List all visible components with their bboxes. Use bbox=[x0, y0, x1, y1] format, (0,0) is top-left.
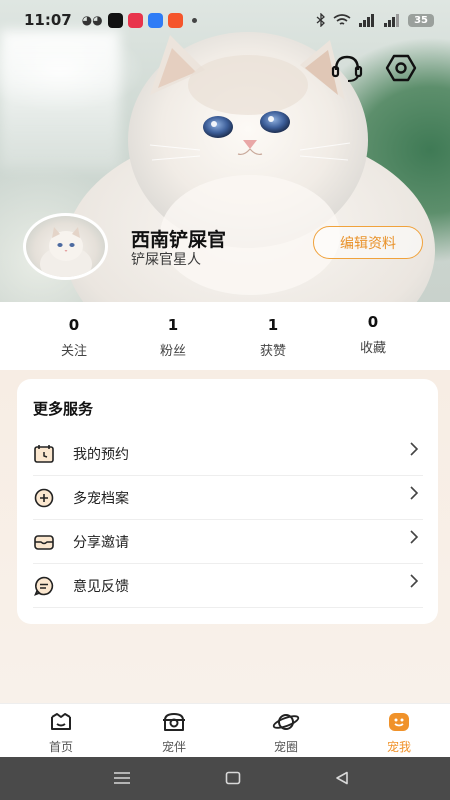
xiaohongshu-icon bbox=[127, 12, 143, 28]
wechat-icon: ◕◕ bbox=[81, 13, 103, 27]
stat-followers[interactable]: 1 粉丝 bbox=[138, 316, 208, 359]
me-face-icon bbox=[369, 710, 429, 734]
stat-value: 0 bbox=[367, 313, 379, 331]
user-tag: 铲屎官星人 bbox=[131, 252, 201, 268]
planet-icon bbox=[256, 710, 316, 734]
avatar[interactable] bbox=[23, 213, 108, 280]
service-label: 多宠档案 bbox=[73, 490, 129, 507]
customer-service-icon[interactable] bbox=[330, 52, 364, 84]
service-item-appointments[interactable]: 我的预约 bbox=[33, 432, 423, 476]
tab-label: 宠我 bbox=[386, 740, 411, 754]
chevron-right-icon bbox=[410, 442, 419, 456]
signal-icon-1 bbox=[359, 13, 375, 27]
status-app-icons: ◕◕ bbox=[81, 12, 197, 28]
tab-pet-companion[interactable]: 宠伴 bbox=[144, 710, 204, 755]
chevron-right-icon bbox=[410, 530, 419, 544]
menu-nav-icon[interactable] bbox=[113, 771, 131, 785]
service-label: 意见反馈 bbox=[73, 578, 129, 595]
avatar-cat-image bbox=[40, 227, 92, 277]
stat-label: 获赞 bbox=[259, 344, 286, 359]
service-label: 分享邀请 bbox=[73, 534, 129, 551]
settings-hexagon-icon[interactable] bbox=[384, 52, 418, 84]
chevron-right-icon bbox=[410, 574, 419, 588]
stat-following[interactable]: 0 关注 bbox=[39, 316, 109, 359]
service-item-pet-profiles[interactable]: 多宠档案 bbox=[33, 476, 423, 520]
stat-likes[interactable]: 1 获赞 bbox=[238, 316, 308, 359]
share-tray-icon bbox=[33, 531, 55, 553]
message-app-icon bbox=[147, 12, 163, 28]
tiktok-icon bbox=[107, 12, 123, 28]
plus-circle-icon bbox=[33, 487, 55, 509]
wifi-icon bbox=[333, 13, 351, 25]
tab-label: 宠圈 bbox=[273, 740, 298, 754]
calendar-icon bbox=[33, 443, 55, 465]
stat-favorites[interactable]: 0 收藏 bbox=[338, 313, 408, 356]
system-navigation-bar bbox=[0, 757, 450, 800]
back-nav-icon[interactable] bbox=[335, 771, 349, 785]
battery-indicator: 35 bbox=[408, 13, 434, 27]
stat-value: 0 bbox=[68, 316, 80, 334]
tab-label: 首页 bbox=[48, 740, 73, 754]
home-nav-icon[interactable] bbox=[225, 771, 241, 785]
bottom-tab-bar: 首页 宠伴 宠圈 宠我 bbox=[0, 703, 450, 757]
profile-stats: 0 关注 1 粉丝 1 获赞 0 收藏 bbox=[0, 302, 450, 370]
tab-home[interactable]: 首页 bbox=[31, 710, 91, 755]
service-label: 我的预约 bbox=[73, 446, 129, 463]
services-card: 更多服务 我的预约 多宠档案 分享邀请 意见反馈 bbox=[17, 379, 438, 624]
chevron-right-icon bbox=[410, 486, 419, 500]
tab-pet-circle[interactable]: 宠圈 bbox=[256, 710, 316, 755]
username: 西南铲屎官 bbox=[131, 229, 227, 251]
services-title: 更多服务 bbox=[33, 400, 94, 418]
edit-profile-button[interactable]: 编辑资料 bbox=[313, 226, 423, 259]
shopping-app-icon bbox=[167, 12, 183, 28]
stat-label: 收藏 bbox=[359, 341, 386, 356]
home-icon bbox=[31, 710, 91, 734]
tab-me[interactable]: 宠我 bbox=[369, 710, 429, 755]
status-bar: 11:07 ◕◕ 35 bbox=[0, 0, 450, 40]
feedback-icon bbox=[33, 575, 55, 597]
status-time: 11:07 bbox=[24, 11, 72, 29]
pet-companion-icon bbox=[144, 710, 204, 734]
stat-value: 1 bbox=[267, 316, 279, 334]
bluetooth-icon bbox=[316, 13, 326, 27]
service-item-share-invite[interactable]: 分享邀请 bbox=[33, 520, 423, 564]
signal-icon-2 bbox=[384, 13, 400, 27]
notification-dot bbox=[191, 17, 197, 23]
stat-label: 粉丝 bbox=[159, 344, 186, 359]
service-item-feedback[interactable]: 意见反馈 bbox=[33, 564, 423, 608]
stat-value: 1 bbox=[167, 316, 179, 334]
tab-label: 宠伴 bbox=[161, 740, 186, 754]
stat-label: 关注 bbox=[60, 344, 87, 359]
